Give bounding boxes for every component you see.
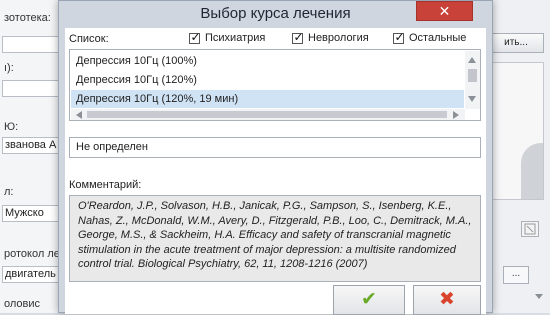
checkmark-icon: ✔ [361, 289, 377, 310]
close-icon: ✕ [438, 3, 451, 19]
bg-bottom-text: оловис [4, 298, 41, 310]
bg-ellipsis-button[interactable]: ... [503, 266, 529, 284]
list-item-selected[interactable]: Депрессия 10Гц (120%, 19 мин) [71, 90, 464, 108]
scroll-left-arrow-icon[interactable] [76, 111, 82, 119]
bg-label-2: ı): [4, 62, 14, 74]
background-form-column: зототека: ı): Ю: званова А л: Мужско рот… [0, 0, 67, 313]
filter-neurology-label: Неврология [308, 32, 369, 44]
filter-other-label: Остальные [409, 32, 467, 44]
bg-photo-frame [486, 62, 544, 200]
status-field[interactable]: Не определен [69, 137, 481, 158]
list-vertical-scrollbar[interactable] [465, 51, 480, 109]
list-label: Список: [69, 33, 109, 45]
bg-field-empty-1[interactable] [2, 36, 64, 53]
list-item[interactable]: Депрессия 10Гц (100%) [71, 52, 464, 70]
filter-psychiatry-checkbox[interactable]: ✓ [189, 30, 201, 44]
scroll-thumb[interactable] [87, 111, 447, 118]
scroll-thumb[interactable] [468, 69, 477, 82]
dialog-panel: Список: ✓ Психиатрия ✓ Неврология ✓ Оста… [65, 28, 486, 315]
scroll-down-arrow-icon[interactable] [468, 96, 476, 102]
ok-button[interactable]: ✔ [333, 285, 405, 315]
comment-text: O'Reardon, J.P., Solvason, H.B., Janicak… [69, 195, 481, 282]
scroll-up-arrow-icon[interactable] [468, 57, 476, 63]
bg-choose-button[interactable]: ить... [488, 33, 544, 53]
bg-label-4: л: [4, 186, 14, 198]
bg-small-icon-button[interactable] [521, 221, 539, 237]
cross-icon: ✖ [439, 289, 455, 310]
filter-psychiatry-label: Психиатрия [205, 32, 266, 44]
checkmark-icon: ✓ [293, 30, 304, 44]
bg-field-empty-2[interactable] [2, 80, 64, 97]
checkmark-icon: ✓ [394, 30, 405, 44]
list-horizontal-scrollbar[interactable] [71, 109, 465, 120]
dialog-titlebar[interactable]: Выбор курса лечения ✕ [59, 1, 492, 28]
filter-other-checkbox[interactable]: ✓ [393, 30, 405, 44]
small-grid-icon [524, 223, 536, 235]
course-selection-dialog: Выбор курса лечения ✕ Список: ✓ Психиатр… [58, 0, 493, 315]
bg-label-1: зототека: [4, 12, 51, 24]
list-item[interactable]: Депрессия 10Гц (120%) [71, 71, 464, 89]
filter-neurology-checkbox[interactable]: ✓ [292, 30, 304, 44]
checkmark-icon: ✓ [190, 30, 201, 44]
bg-label-3: Ю: [4, 121, 19, 133]
bg-field-protocol[interactable]: двигатель [2, 266, 64, 283]
course-listbox[interactable]: Депрессия 10Гц (100%) Депрессия 10Гц (12… [69, 49, 481, 121]
cancel-button[interactable]: ✖ [413, 285, 481, 315]
scroll-down-arrow-icon [535, 294, 543, 299]
person-silhouette-icon [521, 143, 543, 199]
close-button[interactable]: ✕ [416, 1, 473, 21]
bg-scroll-down[interactable] [531, 288, 547, 308]
scroll-right-arrow-icon[interactable] [453, 111, 459, 119]
comment-label: Комментарий: [69, 179, 142, 191]
bg-label-5: ротокол ле [4, 248, 60, 260]
bg-field-name[interactable]: званова А [2, 137, 64, 154]
bg-field-gender[interactable]: Мужско [2, 205, 64, 222]
